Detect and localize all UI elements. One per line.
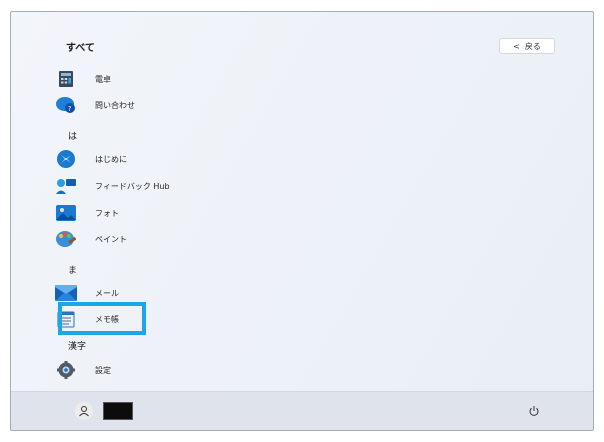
- paint-icon: [55, 230, 77, 248]
- group-header-kanji[interactable]: 漢字: [68, 339, 86, 352]
- all-apps-header: すべて < 戻る: [11, 12, 593, 72]
- app-item-label: はじめに: [95, 154, 127, 164]
- settings-icon: [55, 361, 77, 379]
- back-button-label: 戻る: [524, 41, 541, 51]
- app-item-label: メール: [95, 288, 119, 298]
- app-item-photos[interactable]: フォト: [51, 201, 119, 225]
- user-account-button[interactable]: [75, 402, 93, 420]
- app-item-label: フィードバック Hub: [95, 181, 170, 191]
- calculator-icon: [55, 70, 77, 88]
- app-item-label: 設定: [95, 365, 111, 375]
- chevron-left-icon: <: [513, 41, 520, 51]
- app-item-feedback-hub[interactable]: フィードバック Hub: [51, 174, 170, 198]
- get-started-icon: [55, 150, 77, 168]
- start-footer: [11, 391, 593, 430]
- start-menu-all-apps: すべて < 戻る 電卓 ? 問い合わせ は はじめに フィードバック Hub フ…: [10, 11, 594, 431]
- app-item-help[interactable]: ? 問い合わせ: [51, 93, 135, 117]
- back-button[interactable]: < 戻る: [499, 38, 555, 54]
- app-item-label: ペイント: [95, 234, 127, 244]
- power-icon: [529, 406, 539, 416]
- app-item-paint[interactable]: ペイント: [51, 227, 127, 251]
- selection-highlight: [58, 302, 146, 335]
- svg-text:?: ?: [68, 105, 72, 113]
- user-name-redacted: [103, 402, 133, 420]
- photos-icon: [55, 204, 77, 222]
- power-button[interactable]: [525, 402, 543, 420]
- feedback-hub-icon: [55, 177, 77, 195]
- help-icon: ?: [55, 96, 77, 114]
- app-item-label: フォト: [95, 208, 119, 218]
- app-item-calculator[interactable]: 電卓: [51, 67, 111, 91]
- app-item-label: 電卓: [95, 74, 111, 84]
- user-icon: [79, 406, 89, 417]
- group-header-ma[interactable]: ま: [68, 263, 77, 276]
- app-item-get-started[interactable]: はじめに: [51, 147, 127, 171]
- app-item-label: 問い合わせ: [95, 100, 135, 110]
- group-header-ha[interactable]: は: [68, 129, 77, 142]
- app-item-settings[interactable]: 設定: [51, 358, 111, 382]
- mail-icon: [55, 284, 77, 302]
- page-title: すべて: [66, 43, 95, 54]
